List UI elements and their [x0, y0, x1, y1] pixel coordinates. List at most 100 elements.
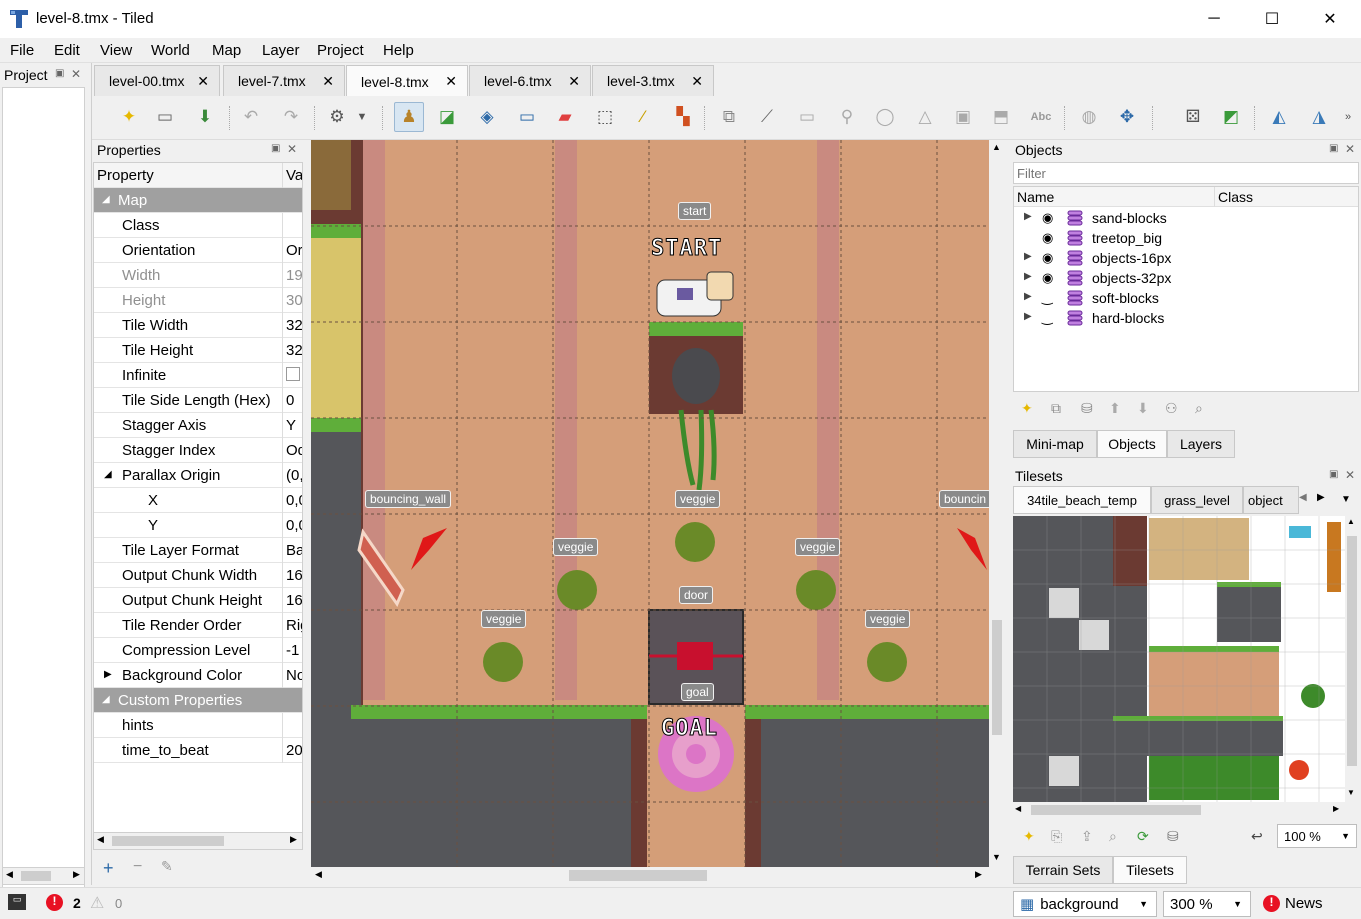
property-value[interactable]: Rig — [282, 613, 302, 638]
tileset-hscrollbar[interactable]: ◀ ▶ — [1013, 802, 1345, 818]
float-icon[interactable]: ▣ — [1329, 143, 1338, 154]
property-group-row[interactable]: ◢ Map — [94, 188, 302, 213]
redo-icon[interactable]: ↷ — [276, 102, 306, 132]
new-layer-icon[interactable]: ✦ — [1021, 400, 1033, 417]
embed-tileset-icon[interactable]: ⎘ — [1051, 828, 1062, 845]
layer-select[interactable]: ▦ background ▼ — [1013, 891, 1157, 917]
close-icon[interactable]: ✕ — [197, 73, 209, 90]
property-value[interactable] — [282, 213, 302, 238]
object-label-start[interactable]: start — [678, 202, 712, 220]
property-value[interactable]: 30 — [282, 288, 302, 313]
insert-ellipse-icon[interactable]: ◯ — [870, 102, 900, 132]
property-value[interactable]: Y — [282, 413, 302, 438]
tab-level-7[interactable]: level-7.tmx ✕ — [223, 65, 345, 96]
menu-help[interactable]: Help — [383, 42, 414, 59]
scroll-thumb[interactable] — [569, 870, 707, 881]
tab-scroll-left-icon[interactable]: ◀ — [1299, 492, 1307, 503]
object-label-bouncing-wall-right[interactable]: bouncin — [939, 490, 989, 508]
more-tools-icon[interactable]: » — [1338, 102, 1358, 132]
property-row[interactable]: Infinite — [94, 363, 302, 388]
insert-template-icon[interactable]: ⬒ — [986, 102, 1016, 132]
property-value[interactable]: Od — [282, 438, 302, 463]
property-row[interactable]: Tile Render Order Rig — [94, 613, 302, 638]
object-label-veggie[interactable]: veggie — [865, 610, 911, 628]
object-label-veggie[interactable]: veggie — [675, 490, 721, 508]
property-row[interactable]: Width 19 — [94, 263, 302, 288]
scroll-left-icon[interactable]: ◀ — [1015, 804, 1021, 813]
select-same-tile-icon[interactable]: ▚ — [668, 102, 698, 132]
bucket-fill-icon[interactable]: ◈ — [472, 102, 502, 132]
property-row[interactable]: hints — [94, 713, 302, 738]
delete-layer-icon[interactable]: ⛁ — [1081, 400, 1093, 417]
scroll-right-icon[interactable]: ▶ — [73, 869, 80, 880]
map-canvas[interactable]: START GOAL start bouncing_wall bouncin v… — [311, 140, 989, 867]
expand-arrow-icon[interactable]: ▶ — [104, 669, 112, 680]
scroll-right-icon[interactable]: ▶ — [1333, 804, 1339, 813]
delete-tileset-icon[interactable]: ⛁ — [1167, 828, 1179, 845]
add-property-icon[interactable]: + — [103, 858, 114, 879]
property-value[interactable]: 32 — [282, 313, 302, 338]
object-label-veggie[interactable]: veggie — [481, 610, 527, 628]
remove-property-icon[interactable]: − — [133, 858, 142, 876]
stamp-brush-icon[interactable]: ♟ — [394, 102, 424, 132]
scroll-thumb[interactable] — [992, 620, 1002, 735]
terrain-brush-icon[interactable]: ◪ — [432, 102, 462, 132]
property-row[interactable]: Output Chunk Width 16 — [94, 563, 302, 588]
property-row[interactable]: Stagger Axis Y — [94, 413, 302, 438]
select-objects-icon[interactable]: ⧉ — [714, 102, 744, 132]
col-name-header[interactable]: Name — [1017, 189, 1054, 205]
close-icon[interactable]: ✕ — [71, 67, 81, 81]
scroll-up-icon[interactable]: ▲ — [992, 142, 1001, 152]
property-value[interactable]: Or — [282, 238, 302, 263]
scroll-left-icon[interactable]: ◀ — [6, 869, 13, 880]
shape-fill-icon[interactable]: ▭ — [512, 102, 542, 132]
insert-polygon-icon[interactable]: △ — [910, 102, 940, 132]
tab-mini-map[interactable]: Mini-map — [1013, 430, 1097, 458]
insert-tile-icon[interactable]: ▣ — [948, 102, 978, 132]
layer-row[interactable]: ▶ ‿ hard-blocks — [1014, 309, 1360, 329]
random-mode-icon[interactable]: ⚄ — [1178, 102, 1208, 132]
property-row[interactable]: ▶ Background Color No — [94, 663, 302, 688]
eye-icon[interactable]: ◉ — [1042, 210, 1053, 226]
tab-34tile-beach-temp[interactable]: 34tile_beach_temp — [1013, 486, 1151, 514]
object-label-veggie[interactable]: veggie — [553, 538, 599, 556]
properties-hscrollbar[interactable]: ◀ ▶ — [93, 832, 303, 850]
map-vscrollbar[interactable]: ▲ ▼ — [989, 140, 1005, 867]
chevron-down-icon[interactable]: ▼ — [1341, 831, 1350, 841]
layer-row[interactable]: ▶ ◉ objects-32px — [1014, 269, 1360, 289]
scroll-left-icon[interactable]: ◀ — [97, 834, 104, 845]
insert-rectangle-icon[interactable]: ▭ — [792, 102, 822, 132]
project-hscrollbar[interactable]: ◀ ▶ — [2, 867, 85, 885]
edit-tileset-icon[interactable]: ⌕ — [1109, 828, 1117, 845]
tab-objects-tileset[interactable]: object — [1243, 486, 1299, 514]
tab-tilesets[interactable]: Tilesets — [1113, 856, 1187, 884]
checkbox-icon[interactable] — [286, 367, 300, 381]
close-button[interactable]: ✕ — [1301, 0, 1359, 38]
rect-select-icon[interactable]: ⬚ — [590, 102, 620, 132]
close-icon[interactable]: ✕ — [691, 73, 703, 90]
flip-vertical-icon[interactable]: ◮ — [1304, 102, 1334, 132]
property-checkbox[interactable] — [282, 363, 302, 388]
property-value[interactable]: (0, — [282, 463, 302, 488]
save-icon[interactable]: ⬇ — [190, 102, 220, 132]
property-row[interactable]: Orientation Or — [94, 238, 302, 263]
menu-map[interactable]: Map — [212, 42, 241, 59]
property-row[interactable]: Output Chunk Height 16 — [94, 588, 302, 613]
float-icon[interactable]: ▣ — [271, 143, 280, 154]
object-label-bouncing-wall[interactable]: bouncing_wall — [365, 490, 452, 508]
chevron-down-icon[interactable]: ▼ — [1139, 899, 1148, 909]
tab-layers[interactable]: Layers — [1167, 430, 1235, 458]
world-tool-icon[interactable]: ◍ — [1074, 102, 1104, 132]
menu-file[interactable]: File — [10, 42, 34, 59]
wang-fill-icon[interactable]: ◩ — [1216, 102, 1246, 132]
menu-edit[interactable]: Edit — [54, 42, 80, 59]
tileset-view[interactable] — [1013, 516, 1345, 802]
property-value[interactable]: 32 — [282, 338, 302, 363]
col-value-header[interactable]: Val — [282, 163, 302, 188]
rename-property-icon[interactable]: ✎ — [161, 858, 173, 875]
warning-count[interactable]: 0 — [115, 896, 122, 911]
zoom-to-icon[interactable]: ⌕ — [1195, 400, 1203, 417]
layer-row[interactable]: ▶ ‿ soft-blocks — [1014, 289, 1360, 309]
expand-arrow-icon[interactable]: ▶ — [1024, 311, 1032, 322]
property-value[interactable]: 19 — [282, 263, 302, 288]
